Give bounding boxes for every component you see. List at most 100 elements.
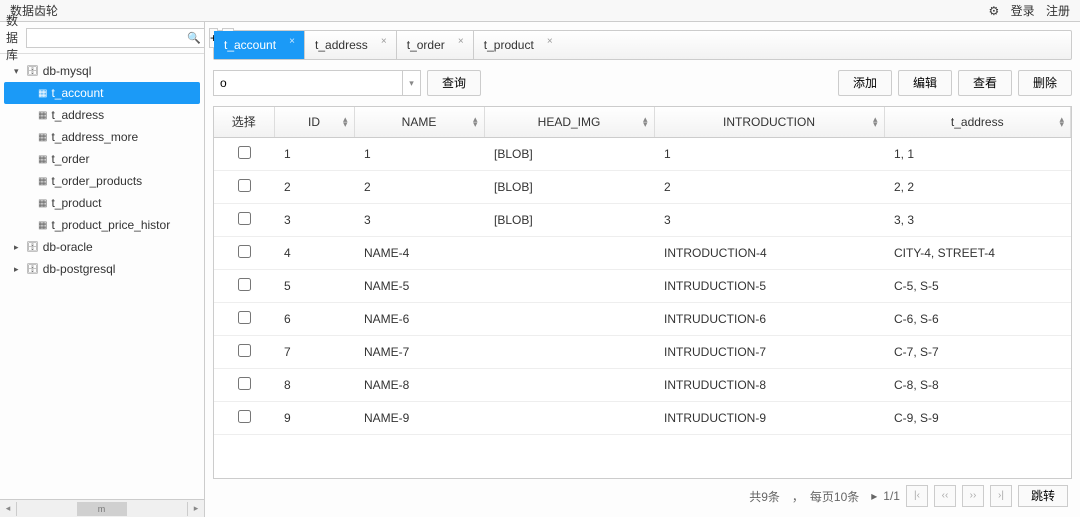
row-checkbox[interactable] — [238, 179, 251, 192]
row-checkbox[interactable] — [238, 311, 251, 324]
table-icon: ▦ — [38, 220, 47, 231]
row-checkbox[interactable] — [238, 377, 251, 390]
row-checkbox[interactable] — [238, 146, 251, 159]
table-icon: ▦ — [38, 154, 47, 165]
tree-table-node[interactable]: ▦t_order_products — [0, 170, 204, 192]
cell-introduction: 2 — [654, 170, 884, 203]
row-checkbox[interactable] — [238, 410, 251, 423]
table-row[interactable]: 9NAME-9INTRUDUCTION-9C-9, S-9 — [214, 401, 1071, 434]
cell-t_address: C-7, S-7 — [884, 335, 1071, 368]
tree-table-node[interactable]: ▦t_address — [0, 104, 204, 126]
column-header[interactable]: HEAD_IMG ▴▾ — [484, 107, 654, 137]
column-label: 选择 — [232, 115, 256, 129]
column-label: ID — [308, 115, 320, 129]
collapse-icon[interactable]: ▾ — [14, 66, 22, 77]
column-header[interactable]: NAME ▴▾ — [354, 107, 484, 137]
tab[interactable]: t_order × — [397, 31, 474, 59]
tree-node-label: t_address_more — [51, 130, 138, 144]
cell-id: 7 — [274, 335, 354, 368]
edit-button[interactable]: 编辑 — [898, 70, 952, 96]
row-checkbox[interactable] — [238, 278, 251, 291]
tree-table-node[interactable]: ▦t_product_price_histor — [0, 214, 204, 236]
table-row[interactable]: 8NAME-8INTRUDUCTION-8C-8, S-8 — [214, 368, 1071, 401]
close-icon[interactable]: × — [378, 37, 390, 49]
tree-table-node[interactable]: ▦t_order — [0, 148, 204, 170]
delete-button[interactable]: 删除 — [1018, 70, 1072, 96]
tree-table-node[interactable]: ▦t_account — [4, 82, 200, 104]
column-header[interactable]: 选择 — [214, 107, 274, 137]
register-link[interactable]: 注册 — [1046, 4, 1070, 18]
filter-input[interactable] — [214, 71, 402, 95]
view-button[interactable]: 查看 — [958, 70, 1012, 96]
tab-label: t_order — [407, 38, 445, 52]
row-checkbox[interactable] — [238, 344, 251, 357]
scroll-thumb[interactable]: m — [77, 502, 127, 516]
last-page-button[interactable]: ›| — [990, 485, 1012, 507]
close-icon[interactable]: × — [455, 37, 467, 49]
first-page-button[interactable]: |‹ — [906, 485, 928, 507]
column-header[interactable]: t_address▴▾ — [884, 107, 1071, 137]
cell-t_address: C-6, S-6 — [884, 302, 1071, 335]
cell-head_img — [484, 302, 654, 335]
close-icon[interactable]: × — [286, 37, 298, 49]
table-icon: ▦ — [38, 110, 47, 121]
sort-icon[interactable]: ▴▾ — [473, 117, 478, 127]
column-header[interactable]: ID ▴▾ — [274, 107, 354, 137]
cell-id: 3 — [274, 203, 354, 236]
close-icon[interactable]: × — [544, 37, 556, 49]
dropdown-icon[interactable]: ▾ — [402, 71, 420, 95]
table-row[interactable]: 11[BLOB]11, 1 — [214, 137, 1071, 170]
table-row[interactable]: 4NAME-4INTRODUCTION-4CITY-4, STREET-4 — [214, 236, 1071, 269]
tree-table-node[interactable]: ▦ t_address_more — [0, 126, 204, 148]
prev-page-button[interactable]: ‹‹ — [934, 485, 956, 507]
next-page-button[interactable]: ›› — [962, 485, 984, 507]
tree-node-label: db-postgresql — [43, 262, 116, 276]
cell-id: 1 — [274, 137, 354, 170]
tree-db-node[interactable]: ▸🗄db-postgresql — [0, 258, 204, 280]
column-header[interactable]: INTRODUCTION▴▾ — [654, 107, 884, 137]
cell-name: NAME-4 — [354, 236, 484, 269]
table-row[interactable]: 6NAME-6INTRUDUCTION-6C-6, S-6 — [214, 302, 1071, 335]
sidebar-horizontal-scrollbar[interactable]: ◂ m ▸ — [0, 499, 204, 517]
row-checkbox[interactable] — [238, 245, 251, 258]
cell-id: 5 — [274, 269, 354, 302]
cell-head_img — [484, 335, 654, 368]
sort-icon[interactable]: ▴▾ — [643, 117, 648, 127]
row-checkbox[interactable] — [238, 212, 251, 225]
sort-icon[interactable]: ▴▾ — [343, 117, 348, 127]
cell-head_img — [484, 368, 654, 401]
tab[interactable]: t_account× — [214, 31, 305, 59]
column-label: HEAD_IMG — [538, 115, 601, 129]
gear-icon[interactable]: ⚙ — [989, 4, 1000, 18]
table-row[interactable]: 7NAME-7INTRUDUCTION-7C-7, S-7 — [214, 335, 1071, 368]
expand-icon[interactable]: ▸ — [14, 242, 22, 253]
tab[interactable]: t_address× — [305, 31, 397, 59]
cell-introduction: INTRODUCTION-4 — [654, 236, 884, 269]
jump-button[interactable]: 跳转 — [1018, 485, 1068, 507]
sort-icon[interactable]: ▴▾ — [1059, 117, 1064, 127]
tree-db-node[interactable]: ▸🗄db-oracle — [0, 236, 204, 258]
table-icon: ▦ — [38, 198, 47, 209]
scroll-thumb-label: m — [98, 504, 106, 514]
query-button[interactable]: 查询 — [427, 70, 481, 96]
scroll-left-arrow-icon[interactable]: ◂ — [0, 503, 16, 514]
tree-db-node[interactable]: ▾🗄db-mysql — [0, 60, 204, 82]
add-button[interactable]: 添加 — [838, 70, 892, 96]
cell-introduction: 1 — [654, 137, 884, 170]
table-icon: ▦ — [38, 132, 47, 143]
sidebar-search-input[interactable] — [26, 28, 205, 48]
scroll-right-arrow-icon[interactable]: ▸ — [188, 503, 204, 514]
sort-icon[interactable]: ▴▾ — [873, 117, 878, 127]
cell-id: 9 — [274, 401, 354, 434]
column-label: NAME — [402, 115, 437, 129]
tree-table-node[interactable]: ▦t_product — [0, 192, 204, 214]
filter-combo[interactable]: ▾ — [213, 70, 421, 96]
table-row[interactable]: 5NAME-5INTRUDUCTION-5C-5, S-5 — [214, 269, 1071, 302]
table-row[interactable]: 33[BLOB]33, 3 — [214, 203, 1071, 236]
cell-introduction: INTRUDUCTION-5 — [654, 269, 884, 302]
login-link[interactable]: 登录 — [1011, 4, 1035, 18]
table-row[interactable]: 22[BLOB]22, 2 — [214, 170, 1071, 203]
tab[interactable]: t_product× — [474, 31, 562, 59]
cell-name: NAME-5 — [354, 269, 484, 302]
expand-icon[interactable]: ▸ — [14, 264, 22, 275]
